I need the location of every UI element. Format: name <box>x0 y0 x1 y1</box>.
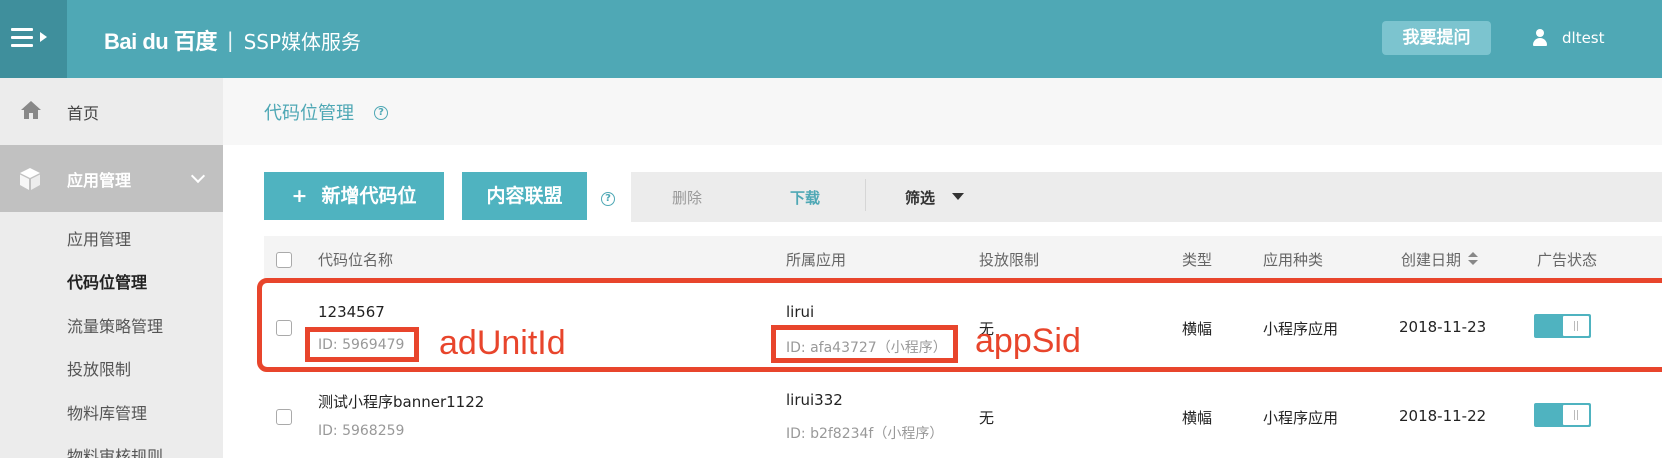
row-checkbox[interactable] <box>276 409 292 425</box>
adunit-name[interactable]: 测试小程序banner1122 <box>318 391 484 412</box>
top-header: Bai du 百度 | SSP媒体服务 我要提问 dltest <box>0 0 1662 78</box>
sidebar-item-label: 首页 <box>67 104 100 123</box>
sidebar-subitem-material-library[interactable]: 物料库管理 <box>67 400 147 424</box>
caret-down-icon[interactable] <box>952 193 964 200</box>
create-date: 2018-11-22 <box>1399 407 1487 425</box>
product-name: SSP媒体服务 <box>243 29 362 54</box>
help-icon[interactable]: ? <box>374 106 388 120</box>
chevron-down-icon <box>190 168 206 184</box>
sidebar-item-app-management[interactable]: 应用管理 <box>0 145 223 212</box>
cube-icon <box>20 168 40 190</box>
brand[interactable]: Bai du 百度 | SSP媒体服务 <box>104 18 361 62</box>
help-icon[interactable]: ? <box>601 192 615 206</box>
delivery-limit: 无 <box>979 409 995 427</box>
column-header-limit: 投放限制 <box>979 251 1040 269</box>
sidebar-subitem-traffic-strategy[interactable]: 流量策略管理 <box>67 313 163 337</box>
toolbar-divider <box>865 179 866 211</box>
ad-status-toggle[interactable] <box>1534 403 1591 427</box>
ask-question-button[interactable]: 我要提问 <box>1382 21 1491 55</box>
column-header-date[interactable]: 创建日期 <box>1401 249 1461 270</box>
column-header-name: 代码位名称 <box>318 251 394 269</box>
app-name[interactable]: lirui332 <box>786 391 843 409</box>
sidebar-item-label: 应用管理 <box>67 171 132 190</box>
plus-icon: + <box>291 185 308 207</box>
app-id: ID: b2f8234f（小程序） <box>786 426 944 442</box>
app-id-highlight <box>771 325 958 363</box>
app-kind: 小程序应用 <box>1263 409 1339 427</box>
ad-type: 横幅 <box>1182 409 1213 427</box>
sort-icon[interactable] <box>1468 252 1478 266</box>
content-alliance-button[interactable]: 内容联盟 <box>462 172 587 220</box>
sidebar-subitem-app-management[interactable]: 应用管理 <box>67 226 131 250</box>
expand-arrow-icon <box>40 32 47 42</box>
baidu-logo: Bai du 百度 <box>104 29 217 54</box>
select-all-checkbox[interactable] <box>276 252 292 268</box>
appsid-annotation-label: appSid <box>975 322 1081 360</box>
sidebar-subitem-delivery-limit[interactable]: 投放限制 <box>67 356 131 380</box>
column-header-app: 所属应用 <box>786 251 847 269</box>
user-menu[interactable]: dltest <box>1532 26 1605 50</box>
download-button[interactable]: 下载 <box>790 187 820 208</box>
username: dltest <box>1562 29 1605 47</box>
brand-separator: | <box>226 28 234 52</box>
user-icon <box>1532 29 1548 47</box>
column-header-status: 广告状态 <box>1537 251 1598 269</box>
page-title: 代码位管理 <box>264 103 354 124</box>
column-header-app-kind: 应用种类 <box>1263 251 1324 269</box>
delete-button[interactable]: 删除 <box>672 187 702 208</box>
sidebar-subitem-material-review[interactable]: 物料审核规则 <box>67 443 163 458</box>
adunit-id: ID: 5968259 <box>318 423 405 439</box>
toolbar <box>631 172 1662 222</box>
add-adunit-button[interactable]: + 新增代码位 <box>264 172 444 220</box>
sidebar: 首页 应用管理 应用管理 代码位管理 流量策略管理 投放限制 物料库管理 物料审… <box>0 78 223 458</box>
main-content: 代码位管理 ? + 新增代码位 内容联盟 ? 删除 下载 筛选 代码位名称 所属应… <box>223 78 1662 458</box>
adunitid-annotation-label: adUnitId <box>439 324 566 362</box>
add-adunit-label: 新增代码位 <box>321 185 417 207</box>
column-header-type: 类型 <box>1182 251 1213 269</box>
hamburger-icon <box>11 28 33 47</box>
sidebar-subitem-adunit-management[interactable]: 代码位管理 <box>67 269 147 293</box>
sidebar-item-home[interactable]: 首页 <box>0 78 223 145</box>
menu-toggle-button[interactable] <box>0 0 67 78</box>
title-bar: 代码位管理 ? <box>223 78 1662 145</box>
adunit-id-highlight <box>305 327 419 362</box>
toggle-knob <box>1563 405 1589 425</box>
filter-dropdown[interactable]: 筛选 <box>905 187 935 208</box>
home-icon <box>21 101 41 119</box>
